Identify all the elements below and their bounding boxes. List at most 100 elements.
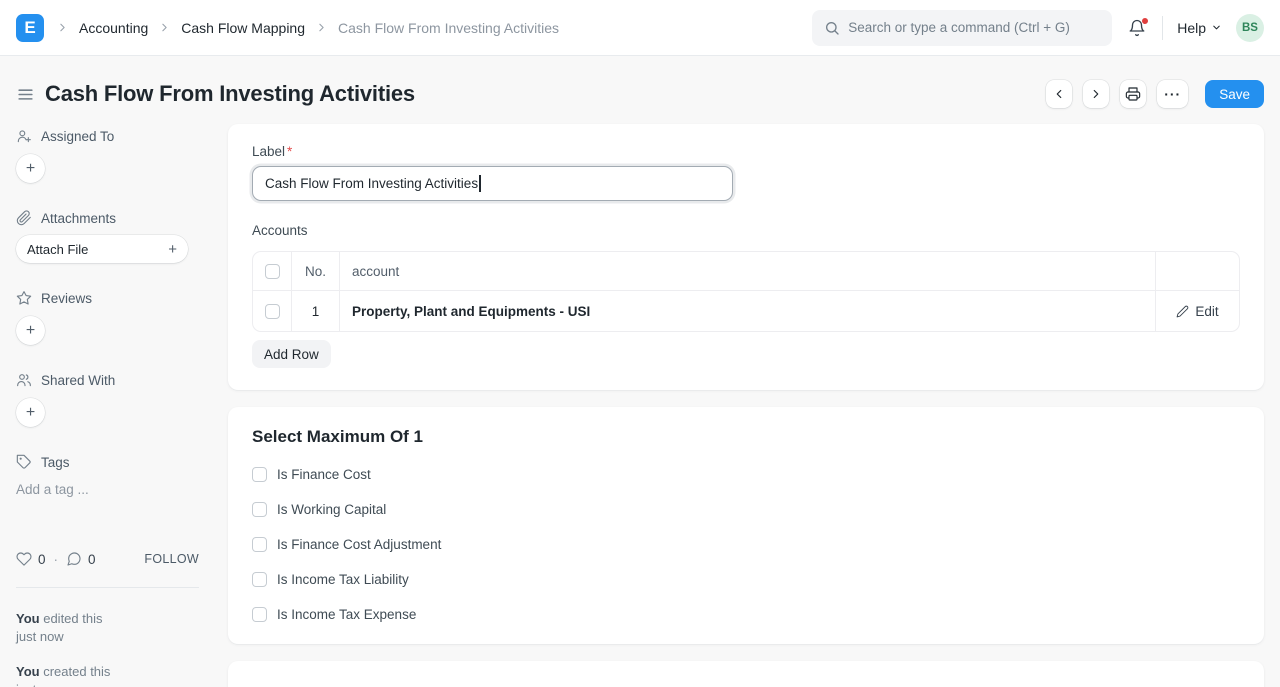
search-input[interactable]: Search or type a command (Ctrl + G) [812,10,1112,46]
like-comment-counts: 0 · 0 [16,551,96,567]
plus-icon: + [26,160,35,178]
chevron-right-icon [56,21,69,34]
attach-file-button[interactable]: Attach File + [16,235,188,263]
users-icon [16,372,32,388]
checkbox-box[interactable] [252,572,267,587]
comment-icon[interactable] [66,551,82,567]
reviews-label: Reviews [41,291,92,306]
add-share-button[interactable]: + [16,398,45,427]
text-caret [479,175,481,192]
page-head: Cash Flow From Investing Activities [16,56,1264,124]
search-icon [824,20,840,36]
follow-button[interactable]: FOLLOW [144,552,199,566]
label-field-label: Label* [252,144,1240,159]
breadcrumb-item-accounting[interactable]: Accounting [79,20,148,36]
checkbox-is-working-capital[interactable]: Is Working Capital [252,502,1240,517]
plus-icon: + [168,241,177,258]
account-value: Property, Plant and Equipments - USI [352,304,590,319]
assigned-to-label: Assigned To [41,129,114,144]
app-logo[interactable]: E [16,14,44,42]
add-row-button[interactable]: Add Row [252,340,331,368]
chevron-down-icon [1211,22,1222,33]
navbar-left: E Accounting Cash Flow Mapping Cash Flow… [16,14,559,42]
next-document-button[interactable] [1083,80,1109,108]
header-checkbox-cell [253,252,291,290]
reviews-section: Reviews + [16,290,212,345]
shared-with-section: Shared With + [16,372,212,427]
activity-action: edited this [43,611,102,626]
logo-letter: E [24,18,35,38]
header-account-cell: account [339,252,1155,290]
assigned-to-heading: Assigned To [16,128,212,144]
checkbox-list: Is Finance Cost Is Working Capital Is Fi… [252,467,1240,622]
tags-heading: Tags [16,454,212,470]
label-input[interactable]: Cash Flow From Investing Activities [252,166,733,201]
page-actions: ··· Save [1046,80,1264,108]
user-plus-icon [16,128,32,144]
edit-label: Edit [1195,304,1218,319]
checkbox-is-income-tax-expense[interactable]: Is Income Tax Expense [252,607,1240,622]
attachments-heading: Attachments [16,210,212,226]
activity-when: just now [16,682,64,687]
like-count: 0 [38,552,46,567]
printer-icon [1125,86,1141,102]
menu-button[interactable]: ··· [1157,80,1188,108]
sidebar-toggle-icon[interactable] [16,85,35,104]
pencil-icon [1176,305,1189,318]
paperclip-icon [16,210,32,226]
accounts-table: No. account 1 [252,251,1240,332]
column-no-label: No. [305,264,326,279]
activity-who: You [16,611,40,626]
select-maximum-card: Select Maximum Of 1 Is Finance Cost Is W… [228,407,1264,644]
tag-icon [16,454,32,470]
app: E Accounting Cash Flow Mapping Cash Flow… [0,0,1280,687]
attach-file-label: Attach File [27,242,88,257]
row-checkbox[interactable] [265,304,280,319]
reviews-heading: Reviews [16,290,212,306]
dot-separator: · [54,552,59,567]
tags-section: Tags Add a tag ... [16,454,212,497]
edit-row-button[interactable]: Edit [1176,304,1218,319]
save-button[interactable]: Save [1205,80,1264,108]
notifications-button[interactable] [1126,17,1148,39]
chevron-right-icon [315,21,328,34]
page: Cash Flow From Investing Activities [0,56,1280,687]
page-title: Cash Flow From Investing Activities [45,81,415,107]
checkbox-is-finance-cost[interactable]: Is Finance Cost [252,467,1240,482]
navbar: E Accounting Cash Flow Mapping Cash Flow… [0,0,1280,56]
user-avatar[interactable]: BS [1236,14,1264,42]
ellipsis-icon: ··· [1164,86,1181,102]
select-all-checkbox[interactable] [265,264,280,279]
checkbox-is-income-tax-liability[interactable]: Is Income Tax Liability [252,572,1240,587]
shared-with-heading: Shared With [16,372,212,388]
breadcrumb: Accounting Cash Flow Mapping Cash Flow F… [56,20,559,36]
checkbox-box[interactable] [252,537,267,552]
checkbox-box[interactable] [252,502,267,517]
breadcrumb-item-cash-flow-mapping[interactable]: Cash Flow Mapping [181,20,305,36]
add-assignment-button[interactable]: + [16,154,45,183]
help-menu-button[interactable]: Help [1177,20,1222,36]
add-tag-input[interactable]: Add a tag ... [16,482,212,497]
previous-document-button[interactable] [1046,80,1072,108]
label-input-value: Cash Flow From Investing Activities [265,176,478,191]
shared-with-label: Shared With [41,373,115,388]
next-section-card [228,661,1264,687]
navbar-right: Search or type a command (Ctrl + G) Help… [812,10,1264,46]
checkbox-is-finance-cost-adjustment[interactable]: Is Finance Cost Adjustment [252,537,1240,552]
checkbox-box[interactable] [252,607,267,622]
select-maximum-title: Select Maximum Of 1 [252,427,1240,447]
add-review-button[interactable]: + [16,316,45,345]
details-card: Label* Cash Flow From Investing Activiti… [228,124,1264,390]
heart-icon[interactable] [16,551,32,567]
assigned-to-section: Assigned To + [16,128,212,183]
body-row: Assigned To + Attachments Attach File [16,124,1264,687]
search-placeholder: Search or type a command (Ctrl + G) [848,20,1070,35]
attachments-section: Attachments Attach File + [16,210,212,263]
header-no-cell: No. [291,252,339,290]
row-account-cell[interactable]: Property, Plant and Equipments - USI [339,291,1155,331]
accounts-table-header: No. account [253,252,1239,290]
row-edit-cell: Edit [1155,291,1239,331]
chevron-right-icon [158,21,171,34]
print-button[interactable] [1120,80,1146,108]
checkbox-box[interactable] [252,467,267,482]
